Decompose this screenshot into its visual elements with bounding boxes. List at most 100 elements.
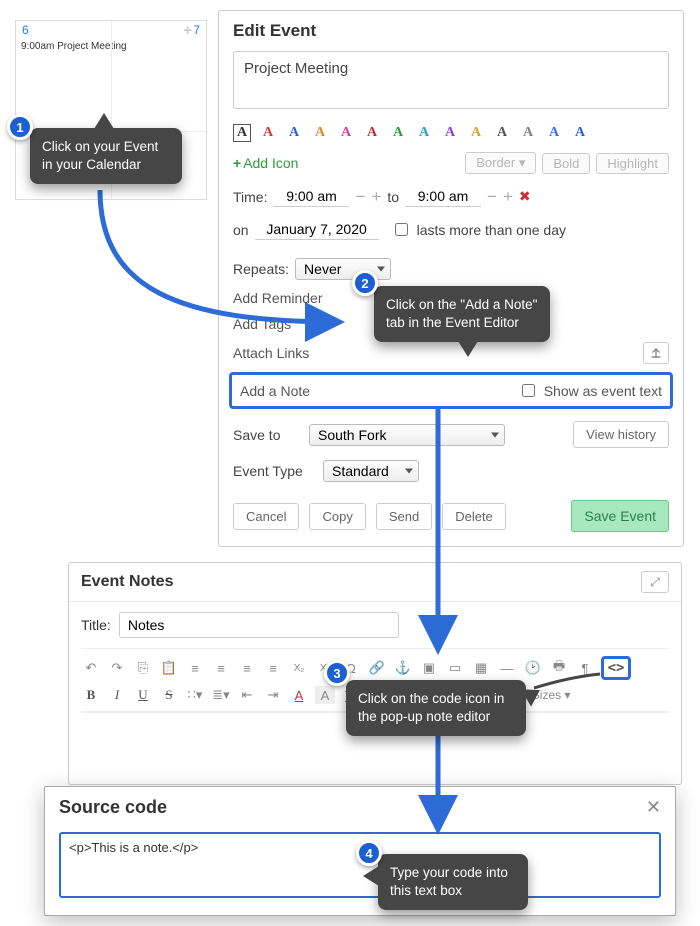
link-icon[interactable]: 🔗 (367, 659, 387, 677)
show-as-event-text-label[interactable]: Show as event text (518, 381, 662, 400)
add-reminder-link[interactable]: Add Reminder (233, 290, 669, 306)
time-remove-icon[interactable]: ✖ (519, 188, 531, 205)
plus-icon: + (233, 155, 241, 171)
italic-icon[interactable]: I (107, 686, 127, 704)
border-button[interactable]: Border ▾ (465, 152, 536, 174)
event-notes-panel: Event Notes ⤢ Title: ↶ ↷ ⎘ 📋 ≡ ≡ ≡ ≡ X₂ (68, 562, 682, 785)
color-swatch[interactable]: A (337, 124, 355, 142)
repeats-select[interactable]: Never (295, 258, 391, 280)
font-sizes-dropdown[interactable]: Font Sizes ▾ (504, 688, 570, 702)
close-icon[interactable]: ✕ (646, 797, 661, 818)
paste-icon[interactable]: 📋 (159, 659, 179, 677)
source-code-textarea[interactable]: <p>This is a note.</p> (59, 832, 661, 898)
align-right-icon[interactable]: ≡ (237, 659, 257, 677)
lasts-more-checkbox[interactable] (395, 223, 408, 236)
hr-icon[interactable]: — (497, 659, 517, 677)
time-end-plus-icon[interactable]: + (503, 187, 513, 207)
strike-icon[interactable]: S (159, 686, 179, 704)
underline-icon[interactable]: U (133, 686, 153, 704)
add-tags-link[interactable]: Add Tags (233, 316, 669, 332)
event-type-select[interactable]: Standard (323, 460, 419, 482)
subscript-icon[interactable]: X² (315, 659, 335, 677)
color-swatch[interactable]: A (493, 124, 511, 142)
color-swatch[interactable]: A (571, 124, 589, 142)
color-swatch[interactable]: A (545, 124, 563, 142)
color-swatch[interactable]: A (519, 124, 537, 142)
source-code-button-highlight: <> (601, 656, 631, 680)
number-list-icon[interactable]: ≣▾ (211, 686, 231, 704)
color-swatch[interactable]: A (259, 124, 277, 142)
cancel-button[interactable]: Cancel (233, 503, 299, 530)
save-to-label: Save to (233, 427, 303, 443)
notes-title-input[interactable] (119, 612, 399, 638)
event-title-input[interactable]: Project Meeting (233, 51, 669, 109)
media-icon[interactable]: ▭ (445, 659, 465, 677)
delete-button[interactable]: Delete (442, 503, 506, 530)
text-color-icon[interactable]: A (289, 686, 309, 704)
time-start-minus-icon[interactable]: − (355, 187, 365, 207)
save-to-select[interactable]: South Fork (309, 424, 505, 446)
font-family-dropdown[interactable]: Font Family ▾ (426, 688, 498, 702)
color-swatch[interactable]: A (285, 124, 303, 142)
copy-button[interactable]: Copy (309, 503, 365, 530)
redo-icon[interactable]: ↷ (107, 659, 127, 677)
clear-format-icon[interactable]: Tₓ (341, 686, 361, 704)
align-center-icon[interactable]: ≡ (211, 659, 231, 677)
edit-event-panel: Edit Event Project Meeting AAAAAAAAAAAAA… (218, 10, 684, 547)
bullet-list-icon[interactable]: ∷▾ (185, 686, 205, 704)
source-code-icon[interactable]: <> (606, 659, 626, 677)
table-icon[interactable]: ▦ (471, 659, 491, 677)
date-input[interactable] (255, 219, 379, 240)
anchor-icon[interactable]: ⚓ (393, 659, 413, 677)
event-type-label: Event Type (233, 463, 317, 479)
lasts-more-checkbox-label[interactable]: lasts more than one day (391, 220, 566, 239)
time-to-label: to (387, 189, 399, 205)
notes-editor-area[interactable] (81, 712, 669, 770)
outdent-icon[interactable]: ⇤ (237, 686, 257, 704)
datetime-icon[interactable]: 🕑 (523, 659, 543, 677)
attach-links-link[interactable]: Attach Links (233, 342, 669, 364)
color-swatch[interactable]: A (415, 124, 433, 142)
on-label: on (233, 222, 249, 238)
add-icon-link[interactable]: +Add Icon (233, 155, 298, 171)
copy-icon[interactable]: ⎘ (133, 659, 153, 677)
color-swatch-row: AAAAAAAAAAAAAA (233, 124, 669, 142)
undo-icon[interactable]: ↶ (81, 659, 101, 677)
save-event-button[interactable]: Save Event (571, 500, 669, 532)
formats-dropdown[interactable]: Formats ▾ (367, 688, 420, 702)
color-swatch[interactable]: A (441, 124, 459, 142)
color-swatch[interactable]: A (389, 124, 407, 142)
indent-icon[interactable]: ⇥ (263, 686, 283, 704)
view-history-button[interactable]: View history (573, 421, 669, 448)
repeats-label: Repeats: (233, 261, 289, 277)
bg-color-icon[interactable]: A (315, 686, 335, 704)
time-start-input[interactable] (273, 186, 349, 207)
paragraph-icon[interactable]: ¶ (575, 659, 595, 677)
upload-icon[interactable] (643, 342, 669, 364)
send-button[interactable]: Send (376, 503, 432, 530)
calendar-day-6[interactable]: 6 (16, 21, 111, 39)
color-swatch[interactable]: A (363, 124, 381, 142)
bold-icon[interactable]: B (81, 686, 101, 704)
calendar-day-7[interactable]: + 7 (111, 21, 206, 39)
notes-title-label: Title: (81, 617, 111, 633)
time-start-plus-icon[interactable]: + (371, 187, 381, 207)
color-swatch[interactable]: A (467, 124, 485, 142)
align-left-icon[interactable]: ≡ (185, 659, 205, 677)
highlight-button[interactable]: Highlight (596, 153, 669, 174)
omega-icon[interactable]: Ω (341, 659, 361, 677)
expand-icon[interactable]: ⤢ (641, 571, 669, 593)
add-event-icon[interactable]: + (183, 22, 192, 39)
align-justify-icon[interactable]: ≡ (263, 659, 283, 677)
show-as-event-text-checkbox[interactable] (522, 384, 535, 397)
time-label: Time: (233, 189, 267, 205)
time-end-input[interactable] (405, 186, 481, 207)
superscript-icon[interactable]: X₂ (289, 659, 309, 677)
color-swatch[interactable]: A (311, 124, 329, 142)
time-end-minus-icon[interactable]: − (487, 187, 497, 207)
bold-button[interactable]: Bold (542, 153, 590, 174)
print-icon[interactable]: 🖶 (549, 659, 569, 677)
add-note-tab[interactable]: Add a Note Show as event text (229, 372, 673, 409)
image-icon[interactable]: ▣ (419, 659, 439, 677)
color-swatch[interactable]: A (233, 124, 251, 142)
